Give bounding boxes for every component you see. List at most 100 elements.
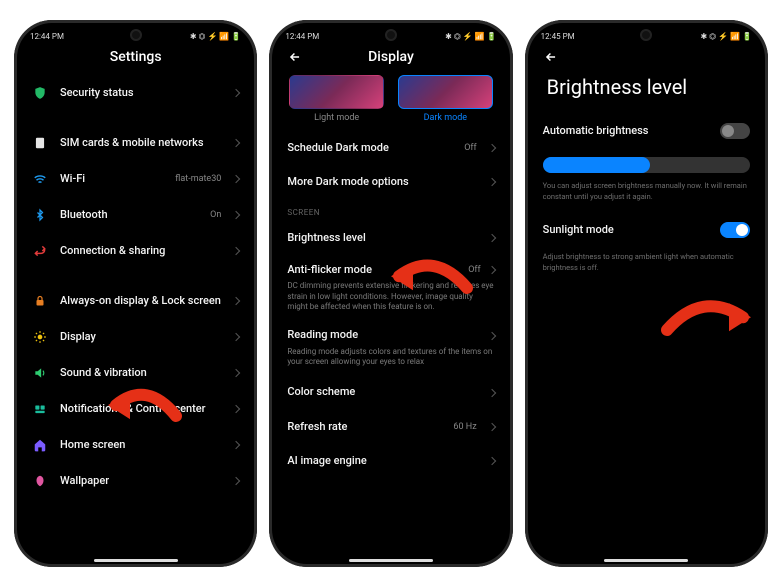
settings-row-wi-fi[interactable]: Wi-Fi flat-mate30	[20, 161, 251, 197]
chevron-right-icon	[487, 144, 495, 152]
settings-row-display[interactable]: Display	[20, 319, 251, 355]
light-mode-thumb	[289, 75, 384, 109]
home-indicator[interactable]	[94, 559, 178, 562]
chevron-right-icon	[232, 405, 240, 413]
row-label: Security status	[60, 86, 221, 100]
brightness-content: Automatic brightness You can adjust scre…	[525, 113, 768, 567]
chevron-right-icon	[232, 247, 240, 255]
display-list[interactable]: Light mode Dark mode Schedule Dark mode …	[269, 75, 512, 567]
automatic-brightness[interactable]: Automatic brightness	[531, 113, 762, 149]
status-time: 12:44 PM	[285, 32, 319, 41]
dark-mode-label: Dark mode	[398, 113, 493, 123]
settings-row-sim-cards-mobile-networks[interactable]: SIM cards & mobile networks	[20, 125, 251, 161]
auto-brightness-toggle[interactable]	[720, 123, 750, 139]
brightness-slider[interactable]	[543, 157, 750, 173]
settings-row-wallpaper[interactable]: Wallpaper	[20, 463, 251, 499]
row-label: Display	[60, 330, 221, 344]
chevron-right-icon	[232, 297, 240, 305]
wallpaper-icon	[32, 473, 48, 489]
sim-icon	[32, 135, 48, 151]
row-label: Bluetooth	[60, 208, 198, 222]
row-label: Connection & sharing	[60, 244, 221, 258]
chevron-right-icon	[487, 233, 495, 241]
light-mode-label: Light mode	[289, 113, 384, 123]
sunlight-mode[interactable]: Sunlight mode	[531, 212, 762, 248]
settings-row-sound-vibration[interactable]: Sound & vibration	[20, 355, 251, 391]
sunlight-mode-toggle[interactable]	[720, 222, 750, 238]
chevron-right-icon	[487, 178, 495, 186]
shield-icon	[32, 85, 48, 101]
schedule-dark-mode[interactable]: Schedule Dark mode Off	[275, 131, 506, 165]
light-mode-card[interactable]: Light mode	[289, 75, 384, 123]
chevron-right-icon	[487, 457, 495, 465]
dark-mode-thumb	[398, 75, 493, 109]
chevron-right-icon	[232, 369, 240, 377]
page-title: Display	[269, 49, 512, 65]
chevron-right-icon	[487, 423, 495, 431]
color-scheme[interactable]: Color scheme	[275, 375, 506, 409]
sunlight-help: Adjust brightness to strong ambient ligh…	[531, 248, 762, 283]
row-label: Sound & vibration	[60, 366, 221, 380]
anti-flicker-mode[interactable]: Anti-flicker mode Off DC dimming prevent…	[275, 255, 506, 320]
status-icons-right: ✱ ⏣ ⚡ 📶 🔋	[190, 32, 242, 41]
header: Display	[269, 45, 512, 75]
bluetooth-icon	[32, 207, 48, 223]
refresh-rate[interactable]: Refresh rate 60 Hz	[275, 410, 506, 444]
chevron-right-icon	[487, 266, 495, 274]
row-label: Wallpaper	[60, 474, 221, 488]
display-icon	[32, 329, 48, 345]
status-icons-right: ✱ ⏣ ⚡ 📶 🔋	[700, 32, 752, 41]
phone-settings: 12:44 PM ✱ ⏣ ⚡ 📶 🔋 Settings Security sta…	[14, 20, 257, 567]
section-screen: SCREEN	[275, 200, 506, 221]
dark-mode-card[interactable]: Dark mode	[398, 75, 493, 123]
wifi-icon	[32, 171, 48, 187]
chevron-right-icon	[487, 331, 495, 339]
chevron-right-icon	[232, 477, 240, 485]
sound-icon	[32, 365, 48, 381]
brightness-help: You can adjust screen brightness manuall…	[531, 177, 762, 212]
page-title: Brightness level	[543, 75, 688, 99]
home-indicator[interactable]	[349, 559, 433, 562]
brightness-level[interactable]: Brightness level	[275, 221, 506, 255]
row-label: Home screen	[60, 438, 221, 452]
row-value: flat-mate30	[175, 174, 221, 184]
status-time: 12:44 PM	[30, 32, 64, 41]
chevron-right-icon	[232, 333, 240, 341]
home-icon	[32, 437, 48, 453]
row-label: Wi-Fi	[60, 172, 163, 186]
settings-row-connection-sharing[interactable]: Connection & sharing	[20, 233, 251, 269]
status-icons-right: ✱ ⏣ ⚡ 📶 🔋	[445, 32, 497, 41]
row-label: Notifications & Control center	[60, 402, 221, 416]
chevron-right-icon	[232, 89, 240, 97]
phone-display: 12:44 PM ✱ ⏣ ⚡ 📶 🔋 Display Light mode Da…	[269, 20, 512, 567]
row-label: SIM cards & mobile networks	[60, 136, 221, 150]
chevron-right-icon	[232, 139, 240, 147]
chevron-right-icon	[487, 388, 495, 396]
camera-notch	[385, 29, 397, 41]
header: Brightness level	[525, 45, 768, 113]
camera-notch	[640, 29, 652, 41]
more-dark-mode-options[interactable]: More Dark mode options	[275, 165, 506, 199]
lock-icon	[32, 293, 48, 309]
brightness-slider-fill	[543, 157, 651, 173]
settings-row-home-screen[interactable]: Home screen	[20, 427, 251, 463]
theme-mode-row: Light mode Dark mode	[275, 75, 506, 131]
back-button[interactable]	[543, 49, 559, 65]
notifications-icon	[32, 401, 48, 417]
settings-row-notifications-control-center[interactable]: Notifications & Control center	[20, 391, 251, 427]
camera-notch	[130, 29, 142, 41]
reading-mode[interactable]: Reading mode Reading mode adjusts colors…	[275, 320, 506, 375]
ai-image-engine[interactable]: AI image engine	[275, 444, 506, 478]
settings-list[interactable]: Security status SIM cards & mobile networ…	[14, 75, 257, 567]
settings-row-always-on-display-lock-screen[interactable]: Always-on display & Lock screen	[20, 283, 251, 319]
settings-row-security-status[interactable]: Security status	[20, 75, 251, 111]
chevron-right-icon	[232, 211, 240, 219]
settings-row-bluetooth[interactable]: Bluetooth On	[20, 197, 251, 233]
chevron-right-icon	[232, 441, 240, 449]
row-value: On	[210, 210, 221, 220]
status-time: 12:45 PM	[541, 32, 575, 41]
row-label: Always-on display & Lock screen	[60, 294, 221, 308]
page-title: Settings	[14, 49, 257, 65]
home-indicator[interactable]	[604, 559, 688, 562]
header: Settings	[14, 45, 257, 75]
